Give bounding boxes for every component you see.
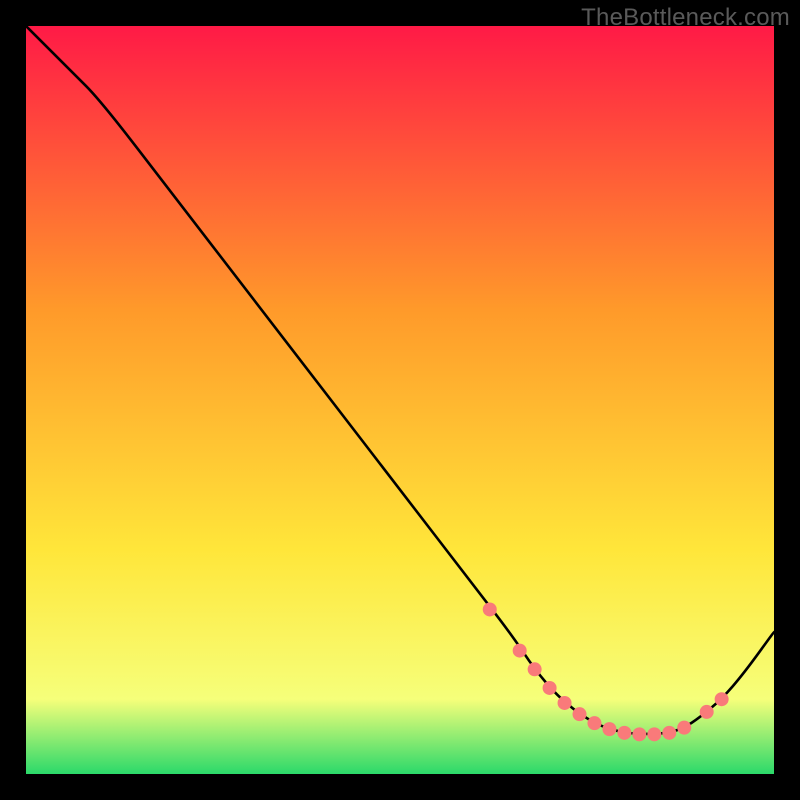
- gradient-background: [26, 26, 774, 774]
- watermark-text: TheBottleneck.com: [581, 4, 790, 32]
- marker-dot: [558, 696, 572, 710]
- marker-dot: [632, 727, 646, 741]
- marker-dot: [483, 602, 497, 616]
- marker-dot: [587, 716, 601, 730]
- marker-dot: [543, 681, 557, 695]
- marker-dot: [647, 727, 661, 741]
- marker-dot: [715, 692, 729, 706]
- marker-dot: [513, 644, 527, 658]
- marker-dot: [617, 726, 631, 740]
- marker-dot: [700, 705, 714, 719]
- plot-area: [26, 26, 774, 774]
- chart-frame: TheBottleneck.com: [0, 0, 800, 800]
- marker-dot: [573, 707, 587, 721]
- chart-svg: [26, 26, 774, 774]
- marker-dot: [662, 726, 676, 740]
- marker-dot: [677, 721, 691, 735]
- marker-dot: [602, 722, 616, 736]
- marker-dot: [528, 662, 542, 676]
